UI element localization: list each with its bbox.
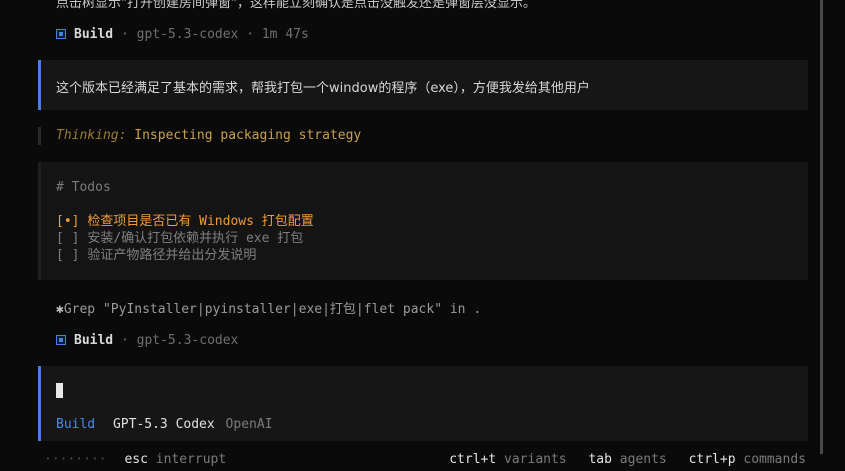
model-name: gpt-5.3-codex bbox=[136, 27, 239, 42]
separator: · bbox=[120, 333, 129, 348]
todo-checkbox: [ ] bbox=[56, 248, 80, 263]
thinking-text: Inspecting packaging strategy bbox=[134, 128, 362, 143]
grep-tool-line: ✱Grep "PyInstaller|pyinstaller|exe|打包|fl… bbox=[56, 298, 481, 317]
provider-label: OpenAI bbox=[225, 417, 273, 432]
todo-item: [ ] 验证产物路径并给出分发说明 bbox=[56, 247, 256, 264]
todo-text: 验证产物路径并给出分发说明 bbox=[87, 248, 257, 263]
prompt-input[interactable]: Build GPT-5.3 Codex OpenAI bbox=[38, 366, 808, 441]
todo-item: [•] 检查项目是否已有 Windows 打包配置 bbox=[56, 213, 314, 230]
todos-panel: # Todos [•] 检查项目是否已有 Windows 打包配置 [ ] 安装… bbox=[38, 162, 808, 280]
separator: · bbox=[246, 27, 255, 42]
todo-checkbox: [•] bbox=[56, 214, 80, 229]
agent-selector[interactable]: Build bbox=[56, 417, 95, 432]
progress-dots: ········ bbox=[44, 452, 107, 467]
shortcut-key: tab bbox=[588, 452, 612, 467]
shortcut-desc: commands bbox=[743, 452, 806, 467]
thinking-label: Thinking: bbox=[56, 128, 127, 143]
build-square-icon bbox=[56, 335, 66, 345]
shortcut-commands[interactable]: ctrl+p commands bbox=[689, 452, 806, 467]
grep-command: Grep "PyInstaller|pyinstaller|exe|打包|fle… bbox=[63, 302, 482, 317]
input-status: Build GPT-5.3 Codex OpenAI bbox=[56, 417, 273, 432]
thinking-line: Thinking: Inspecting packaging strategy bbox=[38, 127, 361, 145]
separator: · bbox=[120, 27, 129, 42]
previous-message-text: 点击树显示"打开创建房间弹窗"，这样能立刻确认是点击没触发还是弹窗层没显示。 bbox=[56, 0, 536, 11]
build-agent-label: Build bbox=[74, 333, 114, 348]
user-message-text: 这个版本已经满足了基本的需求，帮我打包一个window的程序（exe），方便我发… bbox=[56, 81, 590, 96]
todos-header: # Todos bbox=[56, 180, 111, 195]
terminal-window: 点击树显示"打开创建房间弹窗"，这样能立刻确认是点击没触发还是弹窗层没显示。 B… bbox=[0, 0, 845, 471]
build-agent-label: Build bbox=[74, 27, 114, 42]
todo-text: 安装/确认打包依赖并执行 exe 打包 bbox=[87, 231, 304, 246]
shortcut-agents[interactable]: tab agents bbox=[588, 452, 674, 467]
build-meta-1: Build · gpt-5.3-codex · 1m 47s bbox=[56, 27, 309, 43]
shortcut-desc: agents bbox=[619, 452, 667, 467]
shortcut-variants[interactable]: ctrl+t variants bbox=[449, 452, 574, 467]
shortcut-desc: variants bbox=[504, 452, 567, 467]
esc-desc: interrupt bbox=[155, 452, 227, 467]
footer-left: ········ esc interrupt bbox=[44, 451, 226, 469]
duration: 1m 47s bbox=[261, 27, 309, 42]
build-meta-2: Build · gpt-5.3-codex bbox=[56, 333, 238, 349]
model-name: gpt-5.3-codex bbox=[136, 333, 239, 348]
footer-bar: ········ esc interrupt ctrl+t variants t… bbox=[44, 451, 806, 469]
esc-key[interactable]: esc bbox=[124, 452, 147, 467]
model-selector[interactable]: GPT-5.3 Codex bbox=[113, 417, 215, 432]
todo-checkbox: [ ] bbox=[56, 231, 80, 246]
shortcut-key: ctrl+p bbox=[688, 452, 736, 467]
scrollbar[interactable] bbox=[820, 0, 823, 454]
user-message: 这个版本已经满足了基本的需求，帮我打包一个window的程序（exe），方便我发… bbox=[38, 60, 808, 110]
shortcut-key: ctrl+t bbox=[449, 452, 497, 467]
text-cursor bbox=[56, 383, 63, 398]
tool-star-icon: ✱ bbox=[56, 302, 64, 317]
footer-shortcuts: ctrl+t variants tab agents ctrl+p comman… bbox=[435, 451, 806, 469]
todo-text: 检查项目是否已有 Windows 打包配置 bbox=[87, 214, 314, 229]
todo-item: [ ] 安装/确认打包依赖并执行 exe 打包 bbox=[56, 230, 303, 247]
build-square-icon bbox=[56, 29, 66, 39]
